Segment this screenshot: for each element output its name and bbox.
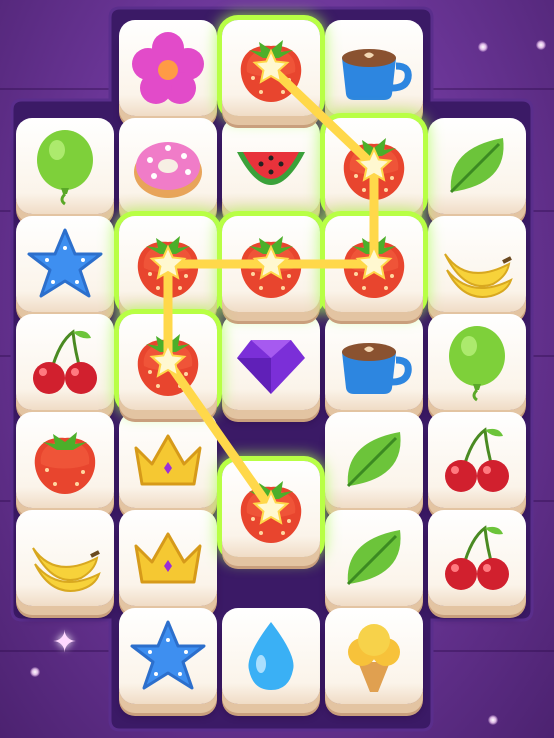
cherry-icon — [437, 420, 517, 500]
tile-balloon[interactable] — [428, 314, 526, 410]
balloon-icon — [437, 322, 517, 402]
tile-strawberry[interactable] — [222, 20, 320, 116]
tile-cherry[interactable] — [428, 412, 526, 508]
tile-crown[interactable] — [119, 510, 217, 606]
leaf-icon — [334, 420, 414, 500]
strawberry-icon — [128, 322, 208, 402]
tile-water-drop[interactable] — [222, 608, 320, 704]
banana-icon — [25, 518, 105, 598]
strawberry-icon — [25, 420, 105, 500]
cherry-icon — [437, 518, 517, 598]
water-drop-icon — [231, 616, 311, 696]
gem-icon — [231, 322, 311, 402]
starfish-icon — [128, 616, 208, 696]
strawberry-icon — [231, 224, 311, 304]
tile-strawberry[interactable] — [119, 216, 217, 312]
tile-coffee[interactable] — [325, 314, 423, 410]
donut-icon — [128, 126, 208, 206]
coffee-icon — [334, 28, 414, 108]
ice-cream-icon — [334, 616, 414, 696]
tile-banana[interactable] — [16, 510, 114, 606]
starfish-icon — [25, 224, 105, 304]
tile-starfish[interactable] — [16, 216, 114, 312]
banana-icon — [437, 224, 517, 304]
crown-icon — [128, 518, 208, 598]
tile-starfish[interactable] — [119, 608, 217, 704]
tile-coffee[interactable] — [325, 20, 423, 116]
tile-leaf[interactable] — [428, 118, 526, 214]
tile-leaf[interactable] — [325, 510, 423, 606]
strawberry-icon — [231, 28, 311, 108]
tile-donut[interactable] — [119, 118, 217, 214]
tile-gem[interactable] — [222, 314, 320, 410]
flower-icon — [128, 28, 208, 108]
tile-strawberry[interactable] — [222, 461, 320, 557]
coffee-icon — [334, 322, 414, 402]
tile-strawberry[interactable] — [222, 216, 320, 312]
cherry-icon — [25, 322, 105, 402]
tile-strawberry[interactable] — [119, 314, 217, 410]
tile-flower[interactable] — [119, 20, 217, 116]
tile-cherry[interactable] — [428, 510, 526, 606]
tile-strawberry[interactable] — [16, 412, 114, 508]
balloon-icon — [25, 126, 105, 206]
crown-icon — [128, 420, 208, 500]
strawberry-icon — [334, 126, 414, 206]
strawberry-icon — [334, 224, 414, 304]
watermelon-icon — [231, 126, 311, 206]
tile-strawberry[interactable] — [325, 118, 423, 214]
leaf-icon — [437, 126, 517, 206]
leaf-icon — [334, 518, 414, 598]
tile-ice-cream[interactable] — [325, 608, 423, 704]
tile-watermelon[interactable] — [222, 118, 320, 214]
tile-cherry[interactable] — [16, 314, 114, 410]
tile-balloon[interactable] — [16, 118, 114, 214]
tile-leaf[interactable] — [325, 412, 423, 508]
tile-strawberry[interactable] — [325, 216, 423, 312]
tile-banana[interactable] — [428, 216, 526, 312]
strawberry-icon — [128, 224, 208, 304]
strawberry-icon — [231, 469, 311, 549]
tile-crown[interactable] — [119, 412, 217, 508]
